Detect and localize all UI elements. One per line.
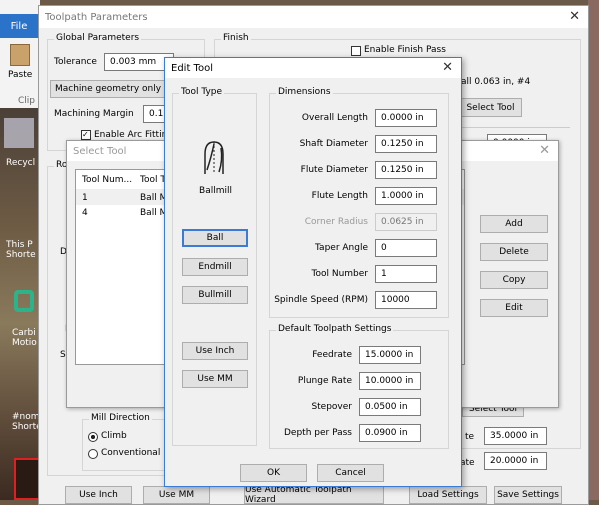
close-icon[interactable]: ✕ xyxy=(539,143,550,158)
climb-label: Climb xyxy=(101,431,127,441)
tolerance-label: Tolerance xyxy=(54,57,97,67)
edit-tool-dialog: Edit Tool ✕ Tool Type Ballmill Ball Endm… xyxy=(164,57,462,487)
recycle-bin-icon[interactable] xyxy=(4,118,34,148)
field-input[interactable]: 1.0000 in xyxy=(375,187,437,205)
ballmill-icon xyxy=(204,141,224,174)
field-label: Taper Angle xyxy=(315,243,368,253)
ok-button[interactable]: OK xyxy=(240,464,307,482)
field-input[interactable]: 0.1250 in xyxy=(375,161,437,179)
group-legend: Default Toolpath Settings xyxy=(276,324,394,334)
field-label: Spindle Speed (RPM) xyxy=(274,295,368,305)
finish-tool-label: all 0.063 in, #4 xyxy=(461,77,531,87)
field-input[interactable]: 0 xyxy=(375,239,437,257)
group-legend: Dimensions xyxy=(276,87,333,97)
field-label: Plunge Rate xyxy=(297,376,352,386)
use-mm-button[interactable]: Use MM xyxy=(143,486,210,504)
endmill-button[interactable]: Endmill xyxy=(182,258,248,276)
field-input: 0.0625 in xyxy=(375,213,437,231)
field-label: Feedrate xyxy=(312,350,352,360)
pdf-icon[interactable] xyxy=(14,458,40,500)
paste-icon xyxy=(10,44,30,66)
cell: 1 xyxy=(82,192,88,203)
enable-finish-checkbox[interactable] xyxy=(351,46,361,56)
enable-finish-label[interactable]: Enable Finish Pass xyxy=(364,45,446,56)
field-input[interactable]: 0.0900 in xyxy=(359,424,421,442)
field-label: Shaft Diameter xyxy=(299,139,368,149)
rate-label: te xyxy=(465,432,475,442)
conventional-radio[interactable] xyxy=(88,449,98,459)
group-legend: Mill Direction xyxy=(89,413,152,423)
use-inch-button[interactable]: Use Inch xyxy=(182,342,248,360)
bullmill-button[interactable]: Bullmill xyxy=(182,286,248,304)
column-header[interactable]: Tool T xyxy=(134,175,166,185)
group-legend: Tool Type xyxy=(179,87,225,97)
field-input[interactable]: 10000 xyxy=(375,291,437,309)
field-label: Depth per Pass xyxy=(283,428,352,438)
field-input[interactable]: 0.0500 in xyxy=(359,398,421,416)
close-icon[interactable]: ✕ xyxy=(569,9,580,24)
window-title: Toolpath Parameters xyxy=(39,6,588,28)
cell: 4 xyxy=(82,207,88,218)
file-tab[interactable]: File xyxy=(0,14,38,38)
field-input[interactable]: 10.0000 in xyxy=(359,372,421,390)
add-button[interactable]: Add xyxy=(480,215,548,233)
group-legend: Global Parameters xyxy=(54,33,142,43)
mill-direction-group: Mill Direction Climb Conventional xyxy=(82,413,172,471)
column-header[interactable]: Tool Num... xyxy=(76,175,134,185)
rate-label: ate xyxy=(460,458,475,468)
tool-type-group: Tool Type Ballmill Ball Endmill Bullmill… xyxy=(172,87,257,446)
use-mm-button[interactable]: Use MM xyxy=(182,370,248,388)
field-label: Overall Length xyxy=(301,113,368,123)
conventional-label: Conventional xyxy=(101,448,161,458)
rate-input[interactable]: 35.0000 in xyxy=(484,427,547,445)
desktop-icon-label: Recycl xyxy=(6,158,36,168)
field-input[interactable]: 0.1250 in xyxy=(375,135,437,153)
copy-button[interactable]: Copy xyxy=(480,271,548,289)
desktop-icon-label: This P Shorte xyxy=(6,240,36,260)
delete-button[interactable]: Delete xyxy=(480,243,548,261)
separator xyxy=(445,127,570,128)
rate-input[interactable]: 20.0000 in xyxy=(484,452,547,470)
clipboard-label: Clip xyxy=(18,96,35,106)
field-label: Flute Length xyxy=(311,191,368,201)
default-toolpath-settings-group: Default Toolpath Settings Feedrate 15.000… xyxy=(269,324,449,449)
paste-button[interactable]: Paste xyxy=(8,70,32,80)
arc-fitting-label: Enable Arc Fitting xyxy=(94,130,173,140)
field-label: Stepover xyxy=(311,402,352,412)
field-input[interactable]: 15.0000 in xyxy=(359,346,421,364)
save-settings-button[interactable]: Save Settings xyxy=(494,486,562,504)
cell: Ball M xyxy=(140,207,168,218)
dimensions-group: Dimensions Overall Length 0.0000 in Shaft … xyxy=(269,87,449,318)
tool-type-name: Ballmill xyxy=(199,186,232,196)
close-icon[interactable]: ✕ xyxy=(442,60,453,75)
field-label: Tool Number xyxy=(311,269,369,279)
field-input[interactable]: 0.0000 in xyxy=(375,109,437,127)
desktop-icon-label: Carbi Motio xyxy=(12,328,37,348)
arc-fitting-checkbox[interactable]: ✓ xyxy=(81,130,91,140)
background-window xyxy=(588,0,599,500)
margin-label: Machining Margin xyxy=(54,109,134,119)
select-tool-button[interactable]: Select Tool xyxy=(459,98,522,117)
climb-radio[interactable] xyxy=(88,432,98,442)
cell: Ball M xyxy=(140,192,168,203)
cancel-button[interactable]: Cancel xyxy=(317,464,384,482)
edit-button[interactable]: Edit xyxy=(480,299,548,317)
field-input[interactable]: 1 xyxy=(375,265,437,283)
ball-button[interactable]: Ball xyxy=(182,229,248,247)
field-label: Flute Diameter xyxy=(300,165,368,175)
toolpath-wizard-button[interactable]: Use Automatic Toolpath Wizard xyxy=(244,485,384,505)
group-legend: Finish xyxy=(221,33,251,43)
load-settings-button[interactable]: Load Settings xyxy=(409,486,487,504)
dialog-title: Edit Tool xyxy=(165,58,461,78)
carbide-icon[interactable] xyxy=(14,290,34,312)
use-inch-button[interactable]: Use Inch xyxy=(65,486,132,504)
field-label: Corner Radius xyxy=(304,217,368,227)
